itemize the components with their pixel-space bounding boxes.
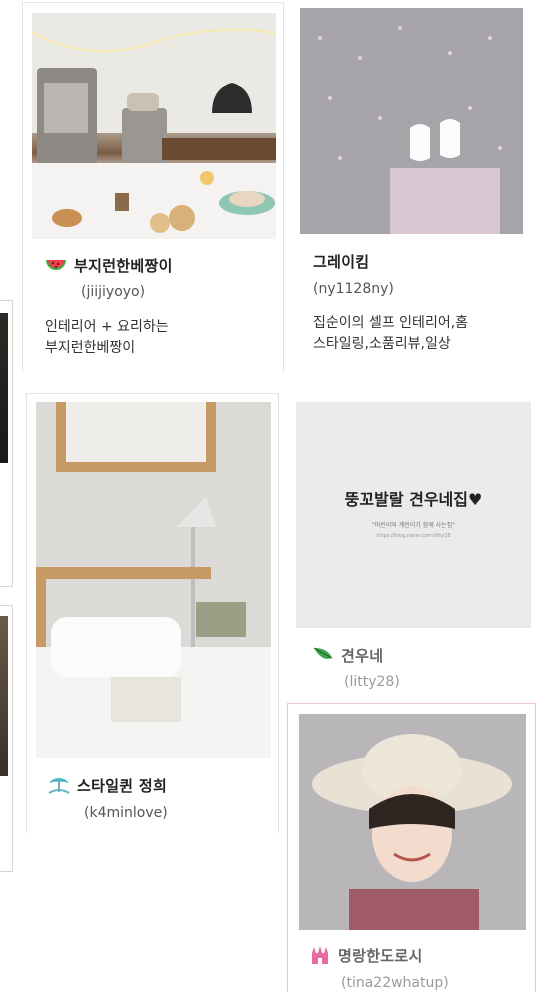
- partial-card-left-2[interactable]: [0, 605, 13, 872]
- blog-cover-url: https://blog.naver.com/litty28: [376, 533, 451, 539]
- partial-card-photo: [0, 616, 8, 776]
- blogger-name-row[interactable]: 견우네: [311, 644, 383, 666]
- blog-cover-title: 뚱꼬발랄 견우네집♥: [344, 490, 483, 509]
- blogger-nickname[interactable]: 부지런한베짱이: [74, 255, 173, 276]
- kitchen-scene-graphic: [32, 13, 276, 239]
- palm-tree-icon: [47, 774, 71, 796]
- partial-card-left-1[interactable]: [0, 300, 13, 587]
- blogger-description: 집순이의 셀프 인테리어,홈 스타일링,소품리뷰,일상: [313, 313, 468, 355]
- blogger-name-row[interactable]: 스타일퀸 정희: [47, 774, 167, 796]
- blogger-photo[interactable]: [300, 8, 523, 234]
- blogger-card[interactable]: 스타일퀸 정희 (k4minlove): [26, 393, 279, 833]
- description-line: 인테리어 + 요리하는: [45, 319, 169, 335]
- blogger-photo[interactable]: [36, 402, 271, 758]
- blogger-name-row[interactable]: 명랑한도로시: [308, 944, 423, 966]
- blogger-card[interactable]: 그레이킴 (ny1128ny) 집순이의 셀프 인테리어,홈 스타일링,소품리뷰…: [292, 2, 523, 362]
- blogger-card[interactable]: 부지런한베짱이 (jiijiyoyo) 인테리어 + 요리하는 부지런한베짱이: [22, 2, 284, 372]
- blogger-description: 인테리어 + 요리하는 부지런한베짱이: [45, 317, 169, 359]
- bedroom-scene-graphic: [36, 402, 271, 758]
- blogger-photo[interactable]: [32, 13, 276, 239]
- blogger-nickname[interactable]: 견우네: [341, 645, 383, 666]
- description-line: 부지런한베짱이: [45, 340, 136, 356]
- partial-card-photo: [0, 313, 8, 463]
- blogger-nickname[interactable]: 명랑한도로시: [338, 945, 423, 966]
- watermelon-icon: [44, 254, 68, 276]
- blogger-id: (jiijiyoyo): [81, 284, 146, 300]
- leaf-icon: [311, 644, 335, 666]
- shoes-on-petals-graphic: [300, 8, 523, 234]
- blogger-name-row[interactable]: 부지런한베짱이: [44, 254, 173, 276]
- blog-cover-image[interactable]: 뚱꼬발랄 견우네집♥ "머린이와 계린이가 함께 사는집" https://bl…: [296, 402, 531, 628]
- blogger-photo[interactable]: [299, 714, 526, 930]
- blogger-nickname[interactable]: 스타일퀸 정희: [77, 775, 167, 796]
- castle-icon: [308, 944, 332, 966]
- description-line: 스타일링,소품리뷰,일상: [313, 336, 451, 352]
- blogger-card-highlighted[interactable]: 명랑한도로시 (tina22whatup): [287, 703, 536, 992]
- blogger-id: (litty28): [344, 674, 400, 690]
- blogger-nickname[interactable]: 그레이킴: [313, 251, 369, 272]
- description-line: 집순이의 셀프 인테리어,홈: [313, 315, 469, 331]
- blogger-id: (tina22whatup): [341, 975, 449, 991]
- blogger-card[interactable]: 뚱꼬발랄 견우네집♥ "머린이와 계린이가 함께 사는집" https://bl…: [292, 393, 532, 691]
- blog-cover-subtitle: "머린이와 계린이가 함께 사는집": [371, 522, 455, 529]
- blogger-id: (ny1128ny): [313, 281, 394, 297]
- blogger-id: (k4minlove): [84, 805, 168, 821]
- blogger-name-row[interactable]: 그레이킴: [313, 251, 369, 272]
- portrait-graphic: [299, 714, 526, 930]
